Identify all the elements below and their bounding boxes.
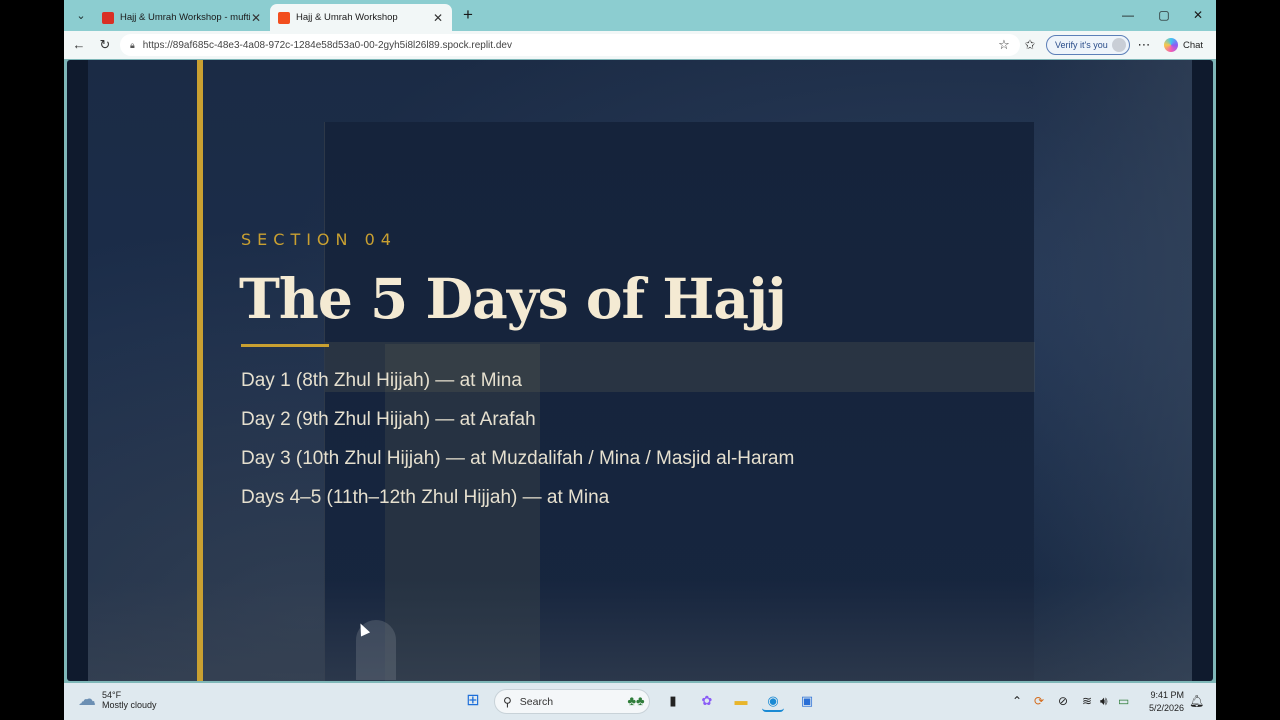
tab-workshop-gmail[interactable]: Hajj & Umrah Workshop - muftisa ✕ bbox=[94, 4, 270, 31]
replit-icon bbox=[278, 11, 290, 24]
close-icon[interactable]: ✕ bbox=[250, 11, 262, 25]
copilot-chat-button[interactable]: Chat bbox=[1164, 38, 1203, 52]
chevron-up-icon[interactable]: ⌃ bbox=[1012, 694, 1022, 708]
edge-browser-icon[interactable]: ◉ bbox=[762, 690, 784, 712]
chevron-down-icon[interactable]: ⌄ bbox=[70, 5, 92, 27]
slide: SECTION 04 The 5 Days of Hajj Day 1 (8th… bbox=[88, 60, 1192, 681]
avatar bbox=[1112, 38, 1126, 52]
lock-icon: 🔒︎ bbox=[130, 39, 135, 50]
verify-identity-button[interactable]: Verify it's you bbox=[1046, 35, 1130, 55]
store-icon[interactable]: ▣ bbox=[796, 690, 818, 712]
trees-widget-icon[interactable]: ♣♣ bbox=[620, 690, 652, 712]
copilot-app-icon[interactable]: ✿ bbox=[696, 690, 718, 712]
taskbar: ☁ 54°F Mostly cloudy ⊞ ⚲ Search ♣♣ ▮ ✿ ▬… bbox=[64, 683, 1216, 720]
cloud-icon: ☁ bbox=[78, 689, 96, 709]
network-off-icon[interactable]: ⊘ bbox=[1058, 694, 1068, 708]
clock-date: 5/2/2026 bbox=[1148, 703, 1184, 713]
favorites-icon[interactable]: ✩ bbox=[1022, 37, 1038, 53]
volume-icon[interactable]: 🔊︎ bbox=[1100, 694, 1108, 709]
search-label: Search bbox=[519, 695, 554, 708]
close-icon[interactable]: ✕ bbox=[432, 11, 444, 25]
days-list: Day 1 (8th Zhul Hijjah) — at Mina Day 2 … bbox=[241, 370, 794, 526]
minimize-icon[interactable]: — bbox=[1114, 5, 1142, 25]
crowd-background bbox=[88, 580, 1192, 681]
star-icon[interactable]: ☆ bbox=[996, 37, 1012, 53]
plus-icon[interactable]: + bbox=[458, 5, 478, 25]
weather-desc: Mostly cloudy bbox=[102, 699, 157, 710]
windows-start-icon[interactable]: ⊞ bbox=[462, 690, 484, 712]
weather-temp: 54°F bbox=[102, 689, 122, 700]
page-viewport: SECTION 04 The 5 Days of Hajj Day 1 (8th… bbox=[67, 60, 1213, 681]
verify-label: Verify it's you bbox=[1055, 40, 1108, 50]
task-view-icon[interactable]: ▮ bbox=[662, 690, 684, 712]
weather-widget[interactable]: ☁ 54°F Mostly cloudy bbox=[78, 689, 157, 710]
system-clock[interactable]: 9:41 PM 5/2/2026 bbox=[1136, 689, 1184, 715]
letterbox-right bbox=[1216, 0, 1280, 720]
url-input[interactable]: 🔒︎ https://89af685c-48e3-4a08-972c-1284e… bbox=[120, 34, 1020, 56]
sync-icon[interactable]: ⟳ bbox=[1034, 694, 1044, 708]
list-item: Day 2 (9th Zhul Hijjah) — at Arafah bbox=[241, 409, 536, 430]
close-window-icon[interactable]: ✕ bbox=[1184, 5, 1212, 25]
copilot-icon bbox=[1164, 38, 1178, 52]
list-item: Days 4–5 (11th–12th Zhul Hijjah) — at Mi… bbox=[241, 487, 610, 508]
desktop-screen: ⌄ Hajj & Umrah Workshop - muftisa ✕ Hajj… bbox=[64, 0, 1216, 720]
tab-title: Hajj & Umrah Workshop - muftisa bbox=[120, 12, 250, 23]
file-explorer-icon[interactable]: ▬ bbox=[730, 690, 752, 712]
notification-bell-icon[interactable]: 🔔︎ bbox=[1189, 694, 1204, 708]
gmail-icon bbox=[102, 11, 114, 24]
wifi-icon[interactable]: ≋ bbox=[1082, 694, 1092, 708]
accent-bar bbox=[197, 60, 203, 681]
letterbox-left bbox=[0, 0, 64, 720]
list-item: Day 1 (8th Zhul Hijjah) — at Mina bbox=[241, 370, 522, 391]
more-icon[interactable]: ⋯ bbox=[1136, 37, 1152, 53]
list-item: Day 3 (10th Zhul Hijjah) — at Muzdalifah… bbox=[241, 448, 795, 469]
slide-title: The 5 Days of Hajj bbox=[239, 266, 787, 331]
clock-time: 9:41 PM bbox=[1150, 690, 1184, 700]
browser-address-bar: ← ↻ 🔒︎ https://89af685c-48e3-4a08-972c-1… bbox=[64, 31, 1216, 59]
title-underline bbox=[241, 344, 329, 347]
search-icon: ⚲ bbox=[503, 694, 512, 709]
back-arrow-icon[interactable]: ← bbox=[70, 36, 88, 54]
side-vignette bbox=[1032, 60, 1192, 681]
url-text: https://89af685c-48e3-4a08-972c-1284e58d… bbox=[142, 39, 512, 51]
maximize-icon[interactable]: ▢ bbox=[1150, 5, 1178, 25]
tab-title: Hajj & Umrah Workshop bbox=[296, 12, 398, 23]
chat-label: Chat bbox=[1183, 39, 1204, 51]
reload-icon[interactable]: ↻ bbox=[96, 36, 114, 54]
section-label: SECTION 04 bbox=[241, 230, 397, 249]
battery-icon[interactable]: ▭ bbox=[1118, 694, 1129, 708]
browser-tab-bar: ⌄ Hajj & Umrah Workshop - muftisa ✕ Hajj… bbox=[64, 0, 1216, 31]
tab-workshop-active[interactable]: Hajj & Umrah Workshop ✕ bbox=[270, 4, 452, 31]
